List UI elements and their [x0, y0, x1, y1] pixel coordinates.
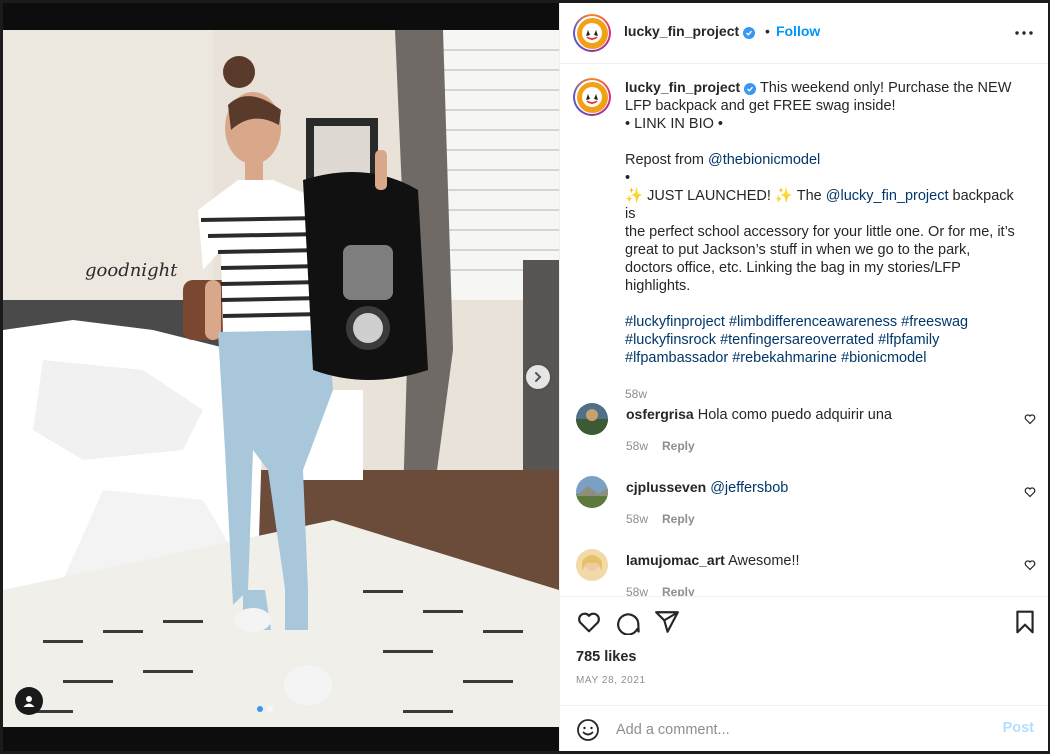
chevron-right-icon [535, 372, 542, 382]
lucky-fin-logo-icon [576, 17, 608, 49]
like-count[interactable]: 785 likes [576, 649, 636, 665]
post-sidebar: lucky_fin_project • Follow lucky_fin_pro… [559, 3, 1048, 751]
heart-icon[interactable] [1024, 413, 1036, 425]
more-options-button[interactable] [1014, 23, 1034, 43]
author-avatar[interactable] [573, 14, 611, 52]
post-header: lucky_fin_project • Follow [560, 3, 1048, 64]
commenter-username[interactable]: cjplusseven [626, 479, 706, 495]
author-username[interactable]: lucky_fin_project [624, 23, 739, 39]
hashtag-line[interactable]: #lfpambassador #rebekahmarine #bionicmod… [625, 349, 1025, 367]
heart-icon[interactable] [576, 609, 602, 635]
verified-badge-icon [743, 27, 756, 39]
bookmark-icon[interactable] [1012, 609, 1038, 635]
photo-illustration: goodnight [3, 30, 559, 727]
hashtag-line[interactable]: #luckyfinsrock #tenfingersareoverrated #… [625, 331, 1025, 349]
comment-text: Hola como puedo adquirir una [697, 407, 892, 423]
carousel-dot [267, 706, 273, 712]
carousel-indicator [257, 706, 273, 712]
commenter-username[interactable]: osfergrisa [626, 406, 694, 422]
caption-text: lucky_fin_project This weekend only! Pur… [625, 78, 1025, 403]
comment-age: 58w [626, 439, 649, 453]
follow-button[interactable]: Follow [776, 23, 820, 39]
commenter-username[interactable]: lamujomac_art [626, 552, 725, 568]
reply-button[interactable]: Reply [662, 585, 695, 596]
verified-badge-icon [744, 83, 757, 95]
caption-age: 58w [625, 387, 648, 401]
post-photo: goodnight [3, 30, 559, 727]
svg-text:goodnight: goodnight [85, 260, 178, 281]
comments-scroll-area[interactable]: lucky_fin_project This weekend only! Pur… [560, 64, 1048, 596]
post-date: MAY 28, 2021 [576, 675, 646, 686]
mention-link[interactable]: @lucky_fin_project [826, 188, 949, 204]
commenter-avatar[interactable] [576, 549, 608, 581]
comment-item: cjplusseven @jeffersbob 58w Reply [576, 476, 1036, 536]
mention-link[interactable]: @thebionicmodel [708, 152, 820, 168]
comment-item: lamujomac_art Awesome!! 58w Reply [576, 549, 1036, 596]
commenter-avatar[interactable] [576, 476, 608, 508]
comment-icon[interactable] [615, 609, 641, 635]
comment-item: osfergrisa Hola como puedo adquirir una … [576, 403, 1036, 463]
commenter-avatar[interactable] [576, 403, 608, 435]
comment-text: Awesome!! [728, 553, 800, 569]
caption-username[interactable]: lucky_fin_project [625, 79, 740, 95]
more-options-icon [1015, 31, 1033, 35]
add-comment-bar: Post [560, 705, 1048, 753]
hashtag-line[interactable]: #luckyfinproject #limbdifferenceawarenes… [625, 313, 1025, 331]
reply-button[interactable]: Reply [662, 512, 695, 526]
reply-button[interactable]: Reply [662, 439, 695, 453]
tagged-users-button[interactable] [15, 687, 43, 715]
carousel-dot [257, 706, 263, 712]
comment-age: 58w [626, 585, 649, 596]
caption-avatar[interactable] [573, 78, 611, 116]
heart-icon[interactable] [1024, 486, 1036, 498]
comment-age: 58w [626, 512, 649, 526]
next-image-button[interactable] [526, 365, 550, 389]
share-icon[interactable] [654, 609, 680, 635]
lucky-fin-logo-icon [576, 81, 608, 113]
post-comment-button[interactable]: Post [1003, 720, 1034, 736]
comment-text[interactable]: @jeffersbob [710, 480, 788, 496]
emoji-icon[interactable] [576, 718, 600, 742]
heart-icon[interactable] [1024, 559, 1036, 571]
comment-input[interactable] [614, 718, 988, 742]
post-media: goodnight [3, 3, 559, 751]
user-tag-icon [23, 696, 35, 707]
post-actions: 785 likes MAY 28, 2021 Post [560, 596, 1048, 752]
